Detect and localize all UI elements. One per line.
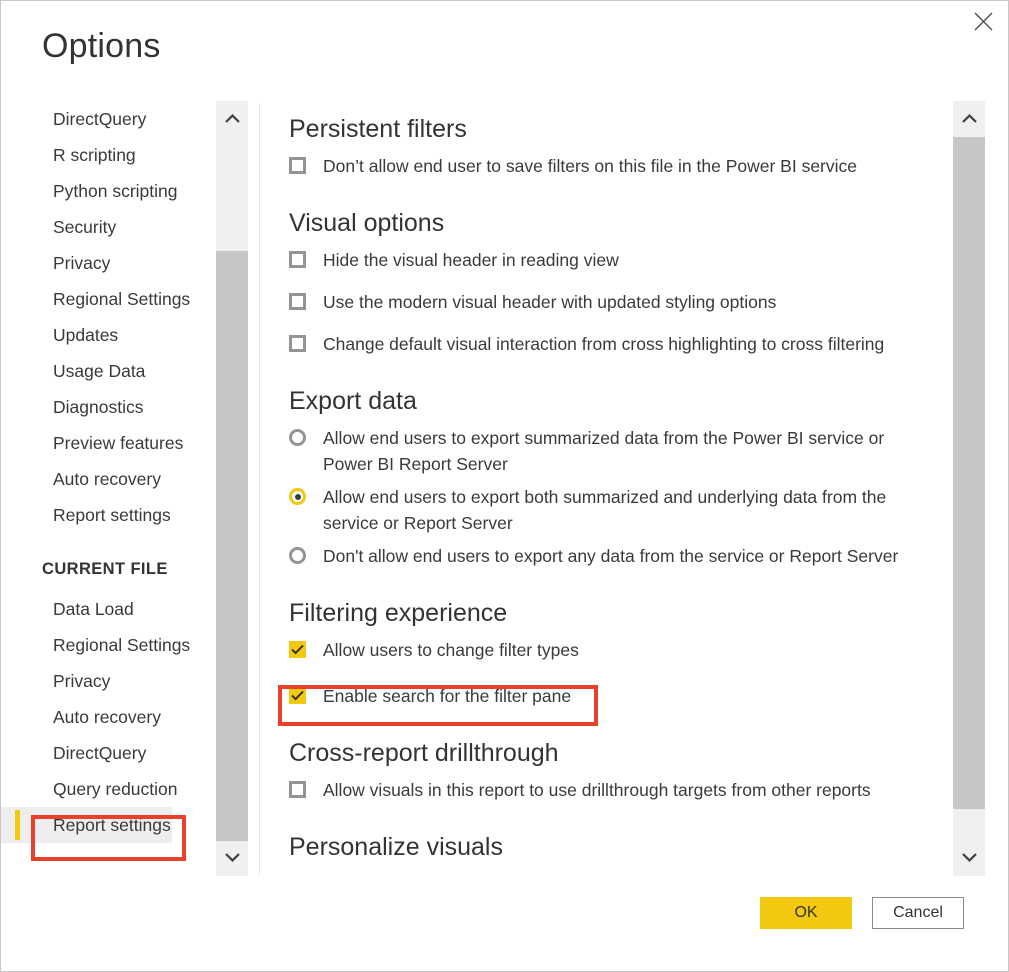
sidebar-section-header: CURRENT FILE [42, 559, 168, 578]
report-settings-panel: Persistent filters Don’t allow end user t… [289, 101, 929, 876]
sidebar-item-label: Python scripting [53, 180, 178, 201]
sidebar-item-label: Data Load [53, 598, 134, 619]
sidebar-item-query-reduction[interactable]: Query reduction [1, 771, 216, 807]
sidebar-item-label: Auto recovery [53, 468, 161, 489]
option-label: Use the modern visual header with update… [323, 292, 777, 312]
page-title: Options [42, 27, 161, 65]
section-heading: Personalize visuals [289, 833, 503, 861]
sidebar-item-label: Regional Settings [53, 288, 191, 309]
sidebar-item-label: DirectQuery [53, 742, 147, 763]
sidebar-item-usage-data[interactable]: Usage Data [1, 353, 216, 389]
content-scroll-up-button[interactable] [953, 101, 985, 137]
dialog-footer: OK Cancel [760, 897, 964, 929]
sidebar-item-updates[interactable]: Updates [1, 317, 216, 353]
sidebar-item-python-scripting[interactable]: Python scripting [1, 173, 216, 209]
section-heading: Export data [289, 387, 417, 415]
sidebar-scrollbar-thumb[interactable] [216, 251, 248, 841]
close-icon [974, 12, 993, 31]
option-label: Don't allow end users to export any data… [323, 546, 899, 566]
checkbox-option-row[interactable]: Allow visuals in this report to use dril… [289, 777, 929, 803]
sidebar-item-report-settings[interactable]: Report settings [1, 497, 216, 533]
sidebar-item-label: Report settings [53, 504, 171, 525]
section-heading: Visual options [289, 209, 445, 237]
checkmark-icon [291, 644, 304, 655]
close-button[interactable] [960, 2, 1006, 40]
radio-option-row[interactable]: Allow end users to export both summarize… [289, 484, 929, 536]
sidebar-scroll-up-button[interactable] [216, 101, 248, 137]
radio-button[interactable] [289, 547, 306, 564]
panel-divider [259, 103, 260, 875]
options-dialog: Options DirectQuery R scripting Python scr… [0, 0, 1009, 972]
sidebar-item-label: Privacy [53, 670, 111, 691]
cancel-button[interactable]: Cancel [872, 897, 964, 929]
sidebar-scrollbar[interactable] [216, 101, 248, 876]
section-heading: Filtering experience [289, 599, 508, 627]
section-heading: Persistent filters [289, 115, 467, 143]
option-label: Hide the visual header in reading view [323, 250, 619, 270]
checkbox-unchecked[interactable] [289, 781, 306, 798]
sidebar-item-regional-settings[interactable]: Regional Settings [1, 281, 216, 317]
option-label: Change default visual interaction from c… [323, 334, 885, 354]
sidebar-item-auto-recovery[interactable]: Auto recovery [1, 461, 216, 497]
sidebar-item-label: Diagnostics [53, 396, 144, 417]
chevron-up-icon [961, 110, 977, 128]
sidebar-item-label: Privacy [53, 252, 111, 273]
content-scrollbar-thumb[interactable] [953, 137, 985, 809]
sidebar-item-preview-features[interactable]: Preview features [1, 425, 216, 461]
section-heading: Cross-report drillthrough [289, 739, 559, 767]
content-scrollbar[interactable] [953, 101, 985, 876]
sidebar-item-security[interactable]: Security [1, 209, 216, 245]
sidebar-item-label: Report settings [53, 814, 171, 835]
option-label: Allow end users to export summarized dat… [323, 428, 885, 474]
sidebar-item-diagnostics[interactable]: Diagnostics [1, 389, 216, 425]
sidebar-item-label: Security [53, 216, 117, 237]
content-scroll-down-button[interactable] [953, 840, 985, 876]
sidebar-item-directquery[interactable]: DirectQuery [1, 735, 216, 771]
checkbox-option-row[interactable]: Don’t allow end user to save filters on … [289, 153, 929, 179]
checkbox-option-row[interactable]: Change default visual interaction from c… [289, 331, 929, 357]
sidebar-item-label: Usage Data [53, 360, 146, 381]
sidebar-item-label: Auto recovery [53, 706, 161, 727]
checkbox-unchecked[interactable] [289, 335, 306, 352]
sidebar-item-regional-settings[interactable]: Regional Settings [1, 627, 216, 663]
checkbox-unchecked[interactable] [289, 157, 306, 174]
chevron-down-icon [961, 849, 977, 867]
radio-button-selected[interactable] [289, 488, 306, 505]
sidebar-item-privacy[interactable]: Privacy [1, 245, 216, 281]
option-label: Allow end users to export both summarize… [323, 487, 887, 533]
chevron-down-icon [224, 849, 240, 867]
sidebar-item-label: Query reduction [53, 778, 178, 799]
option-label: Allow users to change filter types [323, 640, 579, 660]
sidebar-item-label: Regional Settings [53, 634, 191, 655]
option-label: Enable search for the filter pane [323, 686, 572, 706]
sidebar-item-label: R scripting [53, 144, 136, 165]
sidebar-item-directquery[interactable]: DirectQuery [1, 101, 216, 137]
checkbox-checked[interactable] [289, 687, 306, 704]
sidebar-item-report-settings[interactable]: Report settings [1, 807, 172, 843]
checkmark-icon [291, 690, 304, 701]
sidebar-item-label: Preview features [53, 432, 184, 453]
option-label: Allow visuals in this report to use dril… [323, 780, 871, 800]
option-label: Don’t allow end user to save filters on … [323, 156, 857, 176]
checkbox-checked[interactable] [289, 641, 306, 658]
ok-button[interactable]: OK [760, 897, 852, 929]
checkbox-option-row[interactable]: Hide the visual header in reading view [289, 247, 929, 273]
checkbox-unchecked[interactable] [289, 293, 306, 310]
radio-option-row[interactable]: Allow end users to export summarized dat… [289, 425, 929, 477]
sidebar-scroll-down-button[interactable] [216, 840, 248, 876]
sidebar-item-r-scripting[interactable]: R scripting [1, 137, 216, 173]
sidebar-item-data-load[interactable]: Data Load [1, 591, 216, 627]
options-sidebar[interactable]: DirectQuery R scripting Python scripting Se… [1, 101, 216, 876]
checkbox-unchecked[interactable] [289, 251, 306, 268]
chevron-up-icon [224, 110, 240, 128]
checkbox-option-row[interactable]: Enable search for the filter pane [289, 683, 929, 709]
checkbox-option-row[interactable]: Allow users to change filter types [289, 637, 929, 663]
checkbox-option-row[interactable]: Use the modern visual header with update… [289, 289, 929, 315]
sidebar-item-privacy[interactable]: Privacy [1, 663, 216, 699]
sidebar-item-auto-recovery[interactable]: Auto recovery [1, 699, 216, 735]
radio-button[interactable] [289, 429, 306, 446]
sidebar-item-label: Updates [53, 324, 119, 345]
radio-option-row[interactable]: Don't allow end users to export any data… [289, 543, 929, 569]
sidebar-item-label: DirectQuery [53, 108, 147, 129]
